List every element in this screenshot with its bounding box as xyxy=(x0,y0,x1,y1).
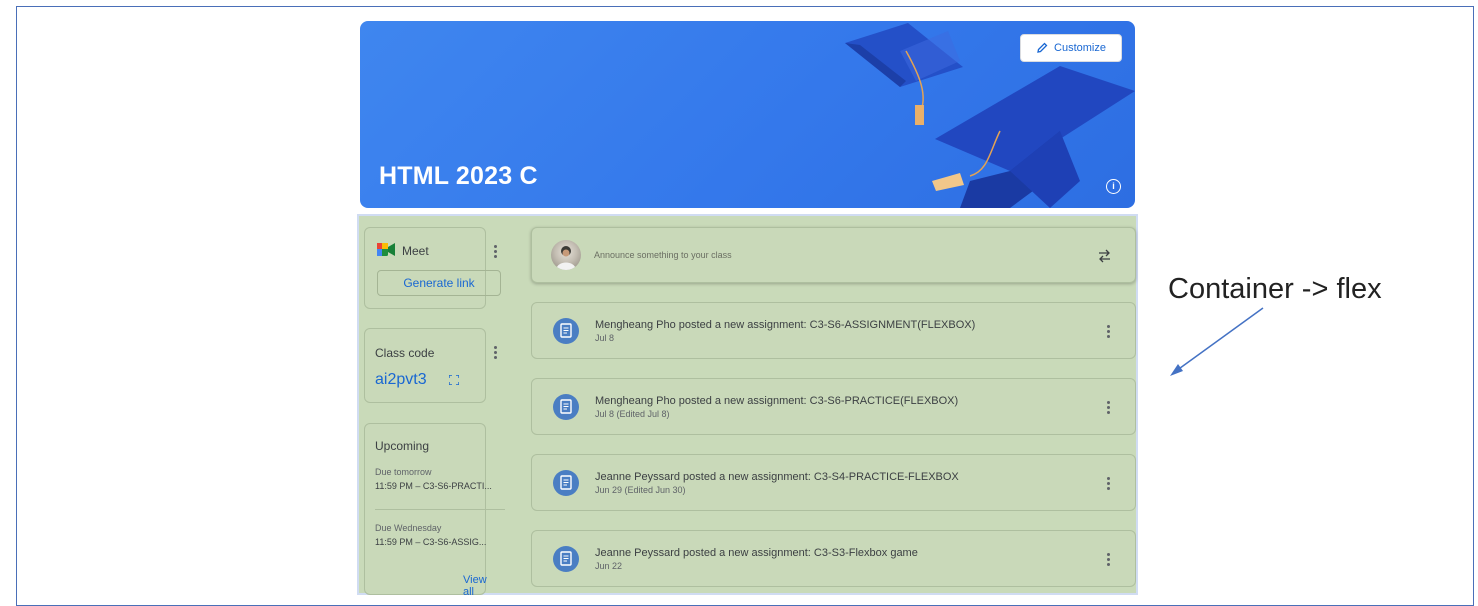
repost-icon[interactable] xyxy=(1098,249,1111,263)
post-date: Jul 8 (Edited Jul 8) xyxy=(595,409,670,419)
upcoming-label: Upcoming xyxy=(375,439,430,453)
generate-link-button[interactable]: Generate link xyxy=(377,270,501,296)
upcoming-item-link[interactable]: 11:59 PM – C3-S6-ASSIG... xyxy=(375,537,486,547)
post-title: Jeanne Peyssard posted a new assignment:… xyxy=(595,471,959,483)
class-code-label: Class code xyxy=(375,346,435,360)
annotation-arrow xyxy=(1170,307,1264,376)
info-icon[interactable]: i xyxy=(1106,179,1121,194)
post-date: Jun 22 xyxy=(595,561,623,571)
meet-card: Meet Generate link xyxy=(364,227,501,309)
assignment-icon xyxy=(553,394,579,420)
avatar-photo xyxy=(556,246,576,270)
more-vert-icon[interactable] xyxy=(1107,553,1111,568)
meet-logo-icon xyxy=(377,243,395,256)
assignment-icon xyxy=(553,318,579,344)
customize-label: Customize xyxy=(1054,42,1106,54)
meet-label: Meet xyxy=(402,244,429,258)
stream-post[interactable]: Mengheang Pho posted a new assignment: C… xyxy=(531,378,1136,435)
post-title: Jeanne Peyssard posted a new assignment:… xyxy=(595,547,918,559)
more-vert-icon[interactable] xyxy=(1107,401,1111,416)
class-code-card: Class code ai2pvt3 xyxy=(364,328,497,403)
class-title: HTML 2023 C xyxy=(379,162,538,190)
avatar xyxy=(551,240,581,270)
assignment-icon xyxy=(553,546,579,572)
upcoming-item-due: Due tomorrow xyxy=(375,467,432,477)
flex-container: Meet Generate link Class code ai2pvt3 Up… xyxy=(357,214,1138,598)
pencil-icon xyxy=(1037,42,1048,53)
upcoming-item-due: Due Wednesday xyxy=(375,523,442,533)
more-vert-icon[interactable] xyxy=(494,245,498,260)
assignment-icon xyxy=(553,470,579,496)
upcoming-card: Upcoming Due tomorrow 11:59 PM – C3-S6-P… xyxy=(364,423,505,598)
post-date: Jul 8 xyxy=(595,333,615,343)
stream-post[interactable]: Mengheang Pho posted a new assignment: C… xyxy=(531,302,1136,359)
fullscreen-icon[interactable] xyxy=(449,375,459,385)
class-code-value: ai2pvt3 xyxy=(375,371,427,388)
customize-button[interactable]: Customize xyxy=(1020,34,1122,62)
more-vert-icon[interactable] xyxy=(1107,477,1111,492)
announce-box[interactable]: Announce something to your class xyxy=(531,227,1136,283)
stream-post[interactable]: Jeanne Peyssard posted a new assignment:… xyxy=(531,454,1136,511)
upcoming-divider xyxy=(375,509,505,510)
upcoming-item-link[interactable]: 11:59 PM – C3-S6-PRACTI... xyxy=(375,481,492,491)
more-vert-icon[interactable] xyxy=(1107,325,1111,340)
post-title: Mengheang Pho posted a new assignment: C… xyxy=(595,395,959,407)
stream-post[interactable]: Jeanne Peyssard posted a new assignment:… xyxy=(531,530,1136,587)
post-date: Jun 29 (Edited Jun 30) xyxy=(595,485,686,495)
post-title: Mengheang Pho posted a new assignment: C… xyxy=(595,319,976,331)
class-banner: HTML 2023 C Customize i xyxy=(360,21,1135,208)
announce-placeholder: Announce something to your class xyxy=(594,250,732,260)
more-vert-icon[interactable] xyxy=(494,346,498,361)
view-all-link[interactable]: View all xyxy=(463,574,487,598)
